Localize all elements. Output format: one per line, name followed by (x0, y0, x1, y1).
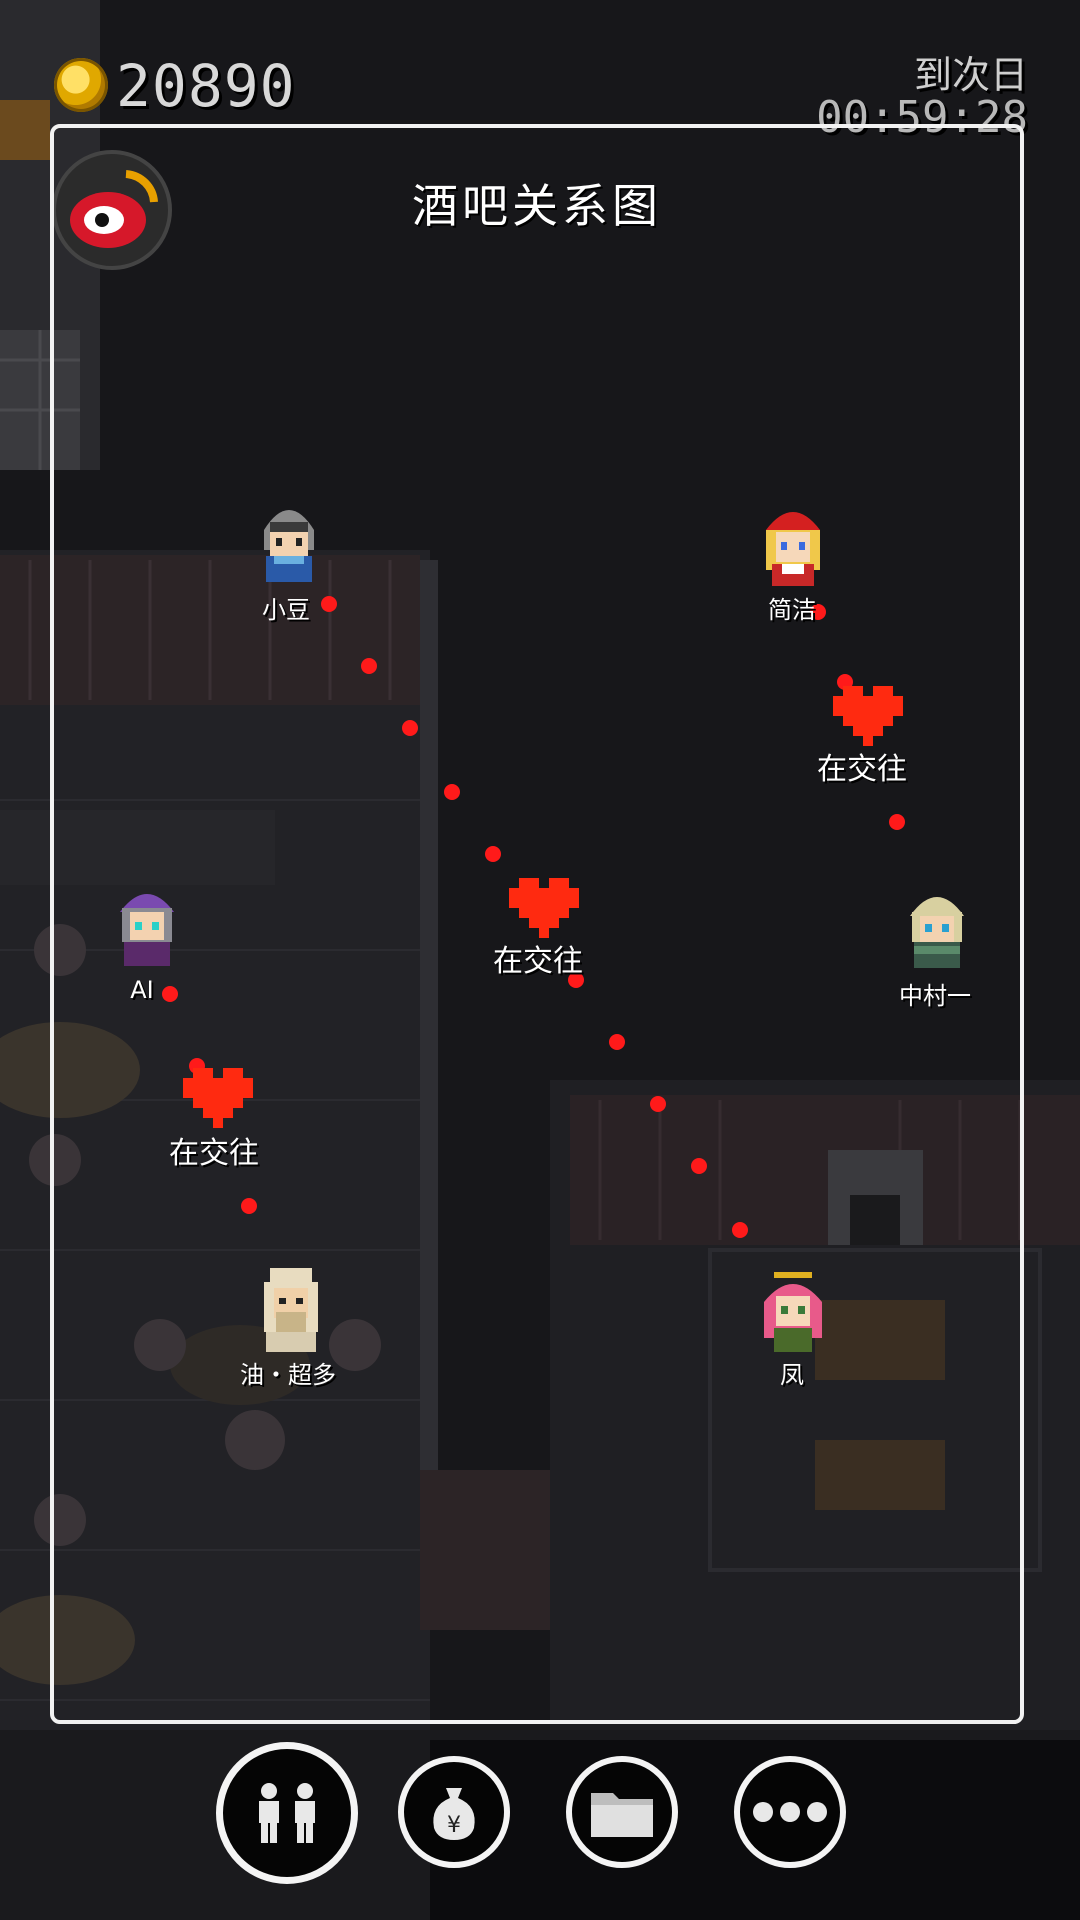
relationship-label: 在交往 (817, 752, 907, 787)
character-name: AI (130, 976, 154, 1004)
more-icon (753, 1802, 827, 1822)
people-icon (259, 1783, 315, 1843)
timer-label: 到次日 (913, 53, 1028, 97)
relationship-label: 在交往 (493, 944, 583, 979)
svg-text:¥: ¥ (447, 1813, 461, 1838)
page-title: 酒吧关系图 (412, 179, 662, 233)
character-name: 小豆 (262, 596, 310, 624)
relationship-button[interactable] (216, 1742, 358, 1884)
money-button[interactable]: ¥ (398, 1756, 510, 1868)
character-feng[interactable] (748, 1258, 838, 1358)
character-xiaodou[interactable] (244, 490, 334, 590)
folder-button[interactable] (566, 1756, 678, 1868)
relationship-label: 在交往 (169, 1136, 259, 1171)
more-button[interactable] (734, 1756, 846, 1868)
character-nakamura[interactable] (892, 874, 982, 974)
character-you-chaoduo[interactable] (246, 1258, 336, 1358)
relationship-panel: 酒吧关系图 (50, 124, 1024, 1724)
money-bag-icon: ¥ (433, 1788, 475, 1840)
character-name: 凤 (780, 1361, 804, 1389)
coin-icon (54, 58, 108, 112)
character-name: 中村一 (899, 982, 971, 1010)
character-ai[interactable] (102, 872, 192, 972)
coin-count: 20890 (116, 52, 296, 120)
character-name: 简洁 (768, 596, 816, 624)
character-jianjie[interactable] (748, 492, 838, 592)
character-name: 油・超多 (240, 1361, 336, 1389)
folder-icon (591, 1793, 653, 1837)
